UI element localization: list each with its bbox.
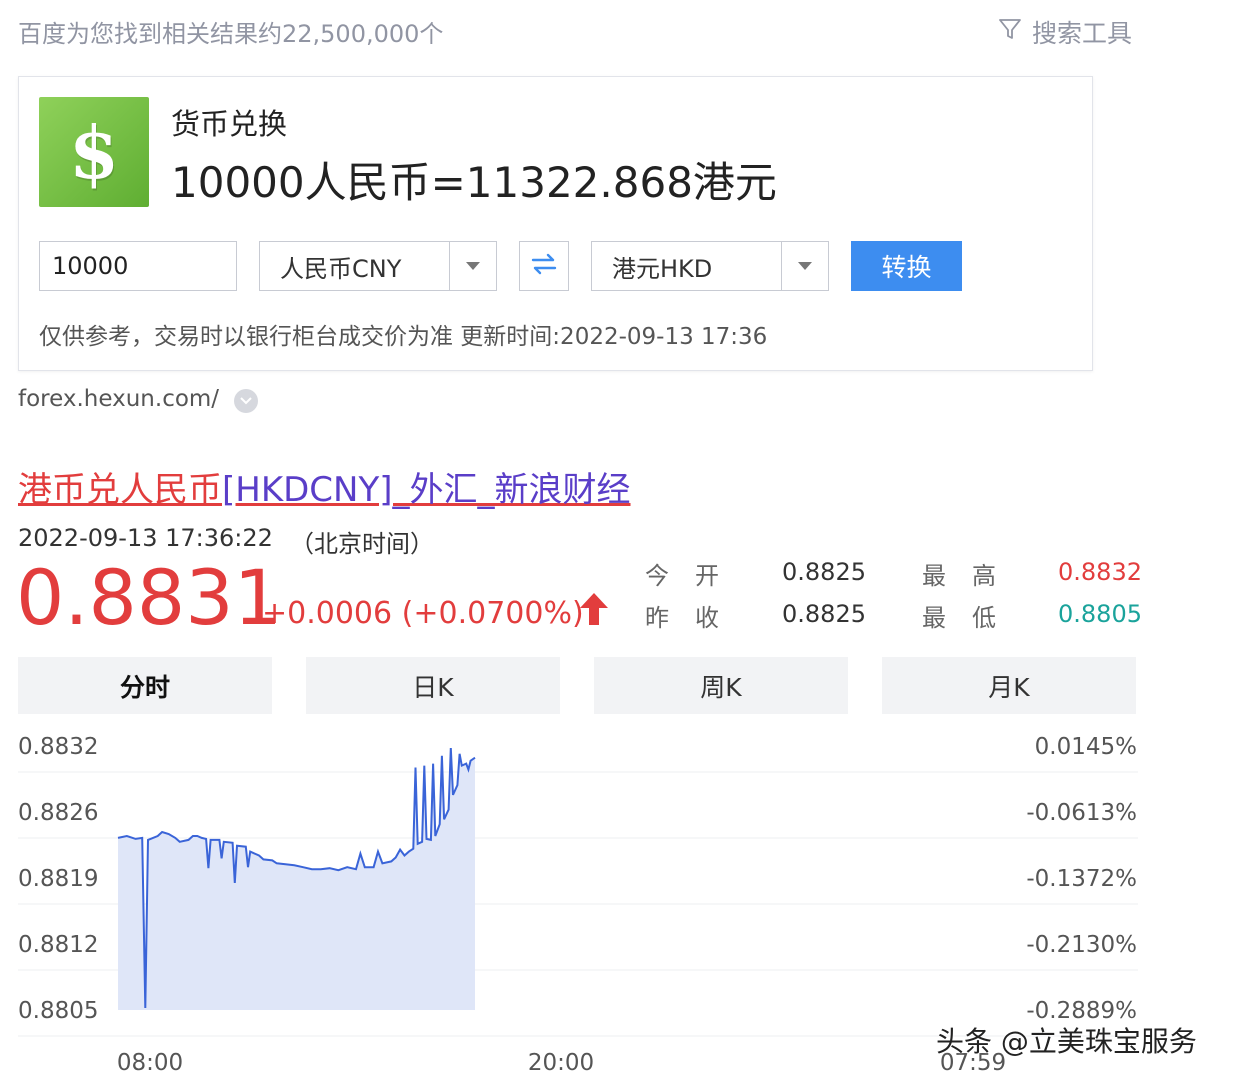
filter-icon xyxy=(998,17,1022,47)
tab-daily-k[interactable]: 日K xyxy=(306,657,560,714)
from-currency-label: 人民币CNY xyxy=(280,254,402,283)
swap-currencies-button[interactable] xyxy=(519,241,569,291)
y-right-tick-label: 0.0145% xyxy=(1035,734,1137,760)
price-area xyxy=(118,748,475,1010)
chevron-down-icon xyxy=(781,242,828,290)
converter-title: 货币兑换 xyxy=(171,107,288,141)
price-change: +0.0006 (+0.0700%) xyxy=(262,596,584,631)
result-title-link[interactable]: 港币兑人民币[HKDCNY]_外汇_新浪财经 xyxy=(18,462,631,511)
open-value: 0.8825 xyxy=(782,558,866,586)
currency-converter-card: $ 货币兑换 10000人民币=11322.868港元 人民币CNY 港元HKD… xyxy=(18,76,1093,371)
swap-arrows-icon xyxy=(531,253,557,279)
result-title-rest: [HKDCNY]_外汇_新浪财经 xyxy=(222,470,631,510)
url-dropdown-icon[interactable] xyxy=(234,389,258,413)
open-label: 今开 xyxy=(645,562,745,590)
result-title-highlight: 港币兑人民币 xyxy=(18,470,222,510)
disclaimer-text: 仅供参考，交易时以银行柜台成交价为准 更新时间:2022-09-13 17:36 xyxy=(39,324,768,350)
low-value: 0.8805 xyxy=(1058,600,1142,628)
quote-timezone: （北京时间） xyxy=(290,530,434,558)
prev-close-value: 0.8825 xyxy=(782,600,866,628)
watermark: 头条 @立美珠宝服务 xyxy=(936,1025,1197,1058)
dollar-icon: $ xyxy=(39,97,149,207)
source-url[interactable]: forex.hexun.com/ xyxy=(18,386,219,412)
result-count: 百度为您找到相关结果约22,500,000个 xyxy=(18,20,444,48)
y-tick-label: 0.8805 xyxy=(18,998,98,1024)
search-tools-button[interactable]: 搜索工具 xyxy=(998,14,1132,50)
tab-monthly-k[interactable]: 月K xyxy=(882,657,1136,714)
high-value: 0.8832 xyxy=(1058,558,1142,586)
up-arrow-icon xyxy=(580,593,608,629)
current-price: 0.8831 xyxy=(16,553,282,642)
y-right-tick-label: -0.0613% xyxy=(1026,800,1137,826)
chevron-down-icon xyxy=(449,242,496,290)
low-label: 最低 xyxy=(922,604,1022,632)
x-tick-label: 08:00 xyxy=(117,1050,183,1076)
quote-timestamp: 2022-09-13 17:36:22 xyxy=(18,524,273,552)
x-tick-label: 20:00 xyxy=(528,1050,594,1076)
y-right-tick-label: -0.2130% xyxy=(1026,932,1137,958)
tab-weekly-k[interactable]: 周K xyxy=(594,657,848,714)
from-currency-select[interactable]: 人民币CNY xyxy=(259,241,497,291)
high-label: 最高 xyxy=(922,562,1022,590)
to-currency-label: 港元HKD xyxy=(612,254,713,283)
y-right-tick-label: -0.1372% xyxy=(1026,866,1137,892)
y-tick-label: 0.8826 xyxy=(18,800,98,826)
prev-close-label: 昨收 xyxy=(645,604,745,632)
amount-input[interactable] xyxy=(39,241,237,291)
to-currency-select[interactable]: 港元HKD xyxy=(591,241,829,291)
search-tools-label: 搜索工具 xyxy=(1032,19,1133,48)
y-tick-label: 0.8832 xyxy=(18,734,98,760)
y-tick-label: 0.8812 xyxy=(18,932,98,958)
tab-intraday[interactable]: 分时 xyxy=(18,657,272,714)
conversion-result: 10000人民币=11322.868港元 xyxy=(171,158,777,207)
convert-button[interactable]: 转换 xyxy=(851,241,962,291)
y-tick-label: 0.8819 xyxy=(18,866,98,892)
